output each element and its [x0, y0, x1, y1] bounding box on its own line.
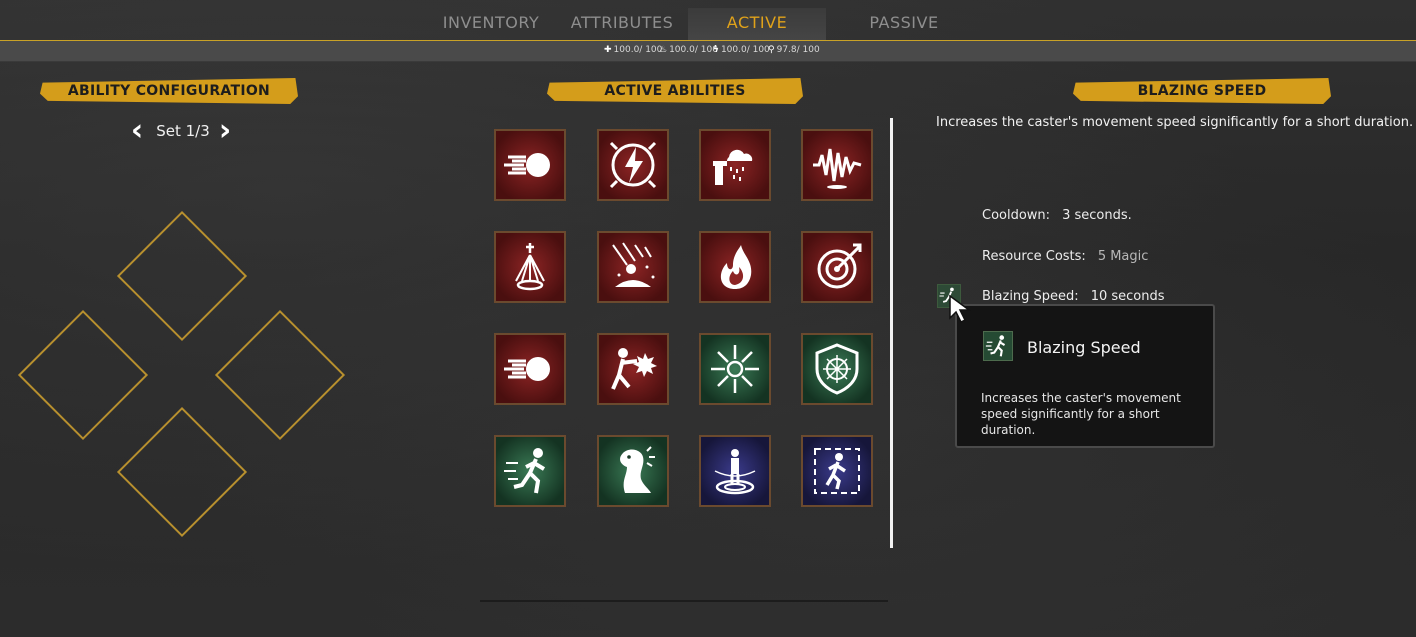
ability-rain-cloud[interactable]	[699, 129, 771, 201]
running-man-icon	[504, 448, 546, 494]
holy-light-icon	[515, 243, 545, 291]
ability-blazing-speed[interactable]	[494, 435, 566, 507]
magic-value: 100.0/ 100	[720, 45, 770, 55]
set-label: Set 1/3	[156, 122, 210, 140]
hunger-icon: ⚲	[768, 45, 775, 55]
panel-divider	[890, 118, 893, 548]
tab-inventory[interactable]: INVENTORY	[430, 8, 552, 40]
chevron-right-icon[interactable]: ›	[214, 116, 236, 146]
ability-description: Increases the caster's movement speed si…	[936, 115, 1414, 130]
ability-web-shield[interactable]	[801, 333, 873, 405]
resource-label: Resource Costs:	[982, 249, 1086, 264]
tab-passive-abilities[interactable]: PASSIVE ABILITIES	[830, 8, 978, 62]
hunger-value: 97.8/ 100	[776, 45, 820, 55]
tooltip-ability-icon	[983, 331, 1013, 361]
effect-value: 10 seconds	[1090, 289, 1165, 304]
meteor-shower-icon	[612, 242, 655, 287]
resource-row: Resource Costs: 5 Magic	[982, 249, 1148, 264]
resource-value: 5 Magic	[1097, 249, 1149, 264]
magic-icon: ϟ	[713, 45, 719, 55]
walking-frame-icon	[814, 448, 860, 494]
ability-teleport-pad[interactable]	[699, 435, 771, 507]
ability-punch-impact[interactable]	[597, 333, 669, 405]
ability-fireball[interactable]	[494, 129, 566, 201]
ability-tooltip: Blazing Speed Increases the caster's mov…	[955, 304, 1215, 448]
cooldown-label: Cooldown:	[982, 208, 1051, 223]
punch-impact-icon	[611, 348, 657, 390]
chevron-left-icon[interactable]: ‹	[126, 116, 148, 146]
health-value: 100.0/ 100	[613, 45, 663, 55]
stamina-value: 100.0/ 100	[669, 45, 718, 55]
tab-active-abilities[interactable]: ACTIVE ABILITIES	[688, 8, 826, 62]
effect-label: Blazing Speed:	[982, 289, 1079, 304]
ability-horse-head[interactable]	[597, 435, 669, 507]
mouse-cursor-icon	[949, 294, 972, 324]
ability-starburst[interactable]	[699, 333, 771, 405]
tooltip-title: Blazing Speed	[1027, 338, 1141, 357]
running-man-icon	[985, 335, 1006, 357]
rain-cloud-icon	[713, 149, 753, 185]
fireball-icon	[504, 357, 550, 381]
hunger-stat: ⚲ 97.8/ 100	[768, 45, 820, 55]
lightning-target-icon	[609, 141, 657, 189]
ability-holy-light[interactable]	[494, 231, 566, 303]
tab-attributes[interactable]: ATTRIBUTES	[566, 8, 678, 40]
effect-row: Blazing Speed: 10 seconds	[982, 289, 1165, 304]
health-stat: ✚ 100.0/ 100	[604, 45, 662, 55]
magic-stat: ϟ 100.0/ 100	[713, 45, 770, 55]
cooldown-value: 3 seconds.	[1062, 208, 1132, 223]
ability-sound-wave[interactable]	[801, 129, 873, 201]
ability-walking-frame[interactable]	[801, 435, 873, 507]
grid-underline	[480, 600, 888, 602]
ability-bullseye[interactable]	[801, 231, 873, 303]
ability-fireball-2[interactable]	[494, 333, 566, 405]
fireball-icon	[504, 153, 550, 177]
horse-head-icon	[620, 446, 655, 493]
bullseye-arrow-icon	[817, 243, 862, 289]
stamina-icon: ♨	[659, 45, 668, 55]
teleport-pad-icon	[714, 449, 756, 495]
ability-meteor-shower[interactable]	[597, 231, 669, 303]
tab-bar: INVENTORY ATTRIBUTES ACTIVE ABILITIES PA…	[0, 0, 1416, 62]
stamina-stat: ♨ 100.0/ 100	[659, 45, 718, 55]
ability-flames[interactable]	[699, 231, 771, 303]
ability-lightning-target[interactable]	[597, 129, 669, 201]
web-shield-icon	[815, 343, 859, 395]
status-bar: ✚ 100.0/ 100 ♨ 100.0/ 100 ϟ 100.0/ 100 ⚲ 97.…	[0, 41, 1416, 62]
starburst-icon	[711, 345, 759, 393]
flames-icon	[720, 245, 752, 289]
health-icon: ✚	[604, 45, 612, 55]
tooltip-description: Increases the caster's movement speed si…	[981, 391, 1181, 437]
sound-wave-icon	[813, 148, 862, 189]
cooldown-row: Cooldown: 3 seconds.	[982, 208, 1132, 223]
